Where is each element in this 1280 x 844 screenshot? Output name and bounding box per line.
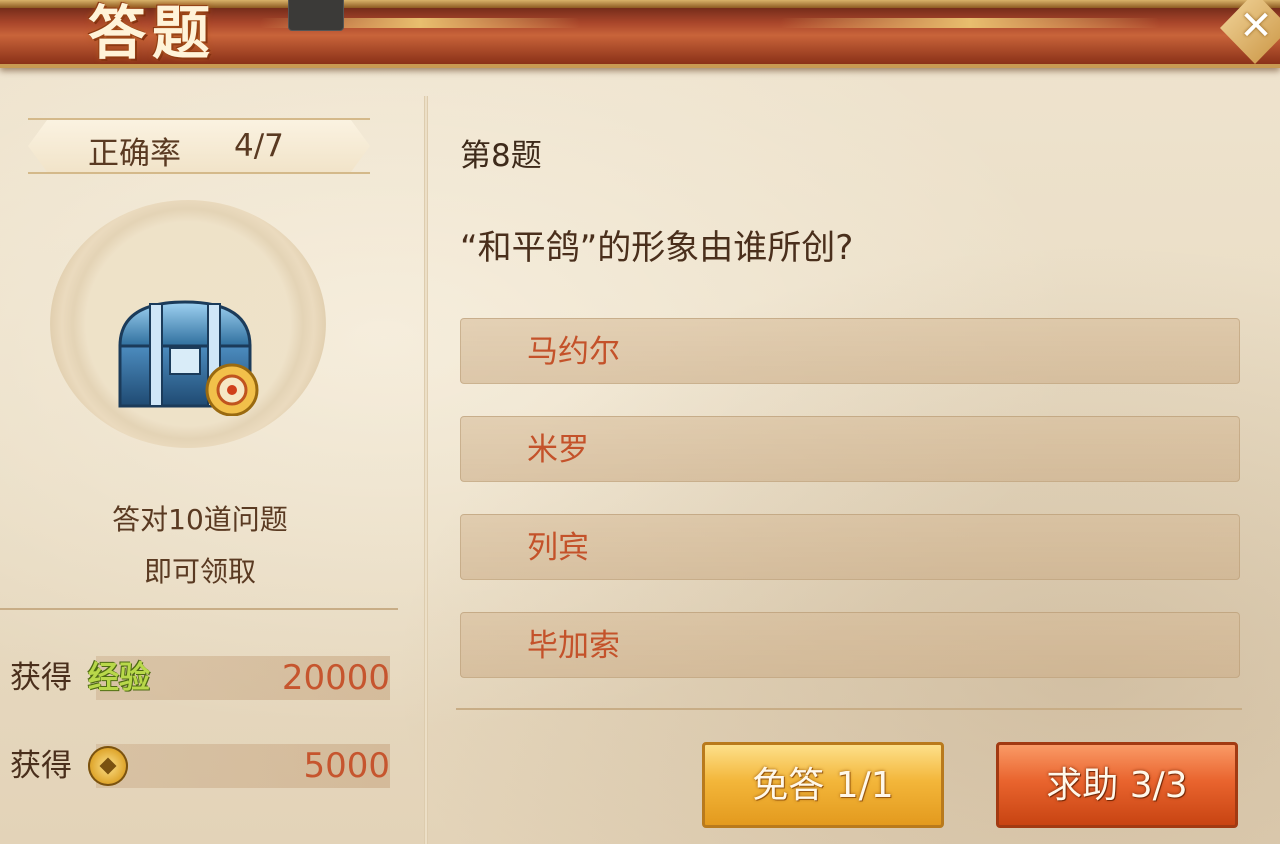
gain-label: 获得 [10,660,72,696]
exp-value: 20000 [281,658,390,698]
reward-claim-note: 即可领取 [143,555,256,588]
answer-option-label: 列宾 [527,530,589,566]
coin-value: 5000 [303,746,390,786]
top-tab[interactable] [288,0,344,31]
answer-option-label: 毕加索 [527,628,620,664]
question-number: 第8题 [460,138,542,174]
answer-option-3[interactable]: 列宾 [460,514,1240,580]
column-divider [424,96,428,844]
answer-option-label: 米罗 [527,432,589,468]
quiz-panel: 答题 ✕ 正确率 4/7 答对10道问题 即可领取 获得 经验 20000 获得… [0,0,1280,844]
skip-answer-button[interactable]: 免答 1/1 [702,742,944,828]
accuracy-value: 4/7 [234,128,284,164]
close-icon[interactable]: ✕ [1236,6,1276,46]
reward-condition: 答对10道问题 [112,503,288,536]
answer-option-2[interactable]: 米罗 [460,416,1240,482]
treasure-chest-icon[interactable] [110,296,260,416]
question-text: “和平鸽”的形象由谁所创? [460,228,854,268]
exp-label: 经验 [88,660,150,696]
accuracy-banner-frame [28,118,370,174]
answer-option-1[interactable]: 马约尔 [460,318,1240,384]
divider [0,608,398,610]
answer-option-4[interactable]: 毕加索 [460,612,1240,678]
gain-row-exp: 获得 经验 20000 [10,656,390,700]
ask-help-button[interactable]: 求助 3/3 [996,742,1238,828]
divider [456,708,1242,710]
page-title: 答题 [88,0,217,67]
gain-row-coin: 获得 5000 [10,744,390,788]
gain-label: 获得 [10,748,72,784]
header-ornament [780,18,1160,28]
accuracy-label: 正确率 [88,136,181,172]
answer-option-label: 马约尔 [527,334,620,370]
coin-icon [88,746,128,786]
